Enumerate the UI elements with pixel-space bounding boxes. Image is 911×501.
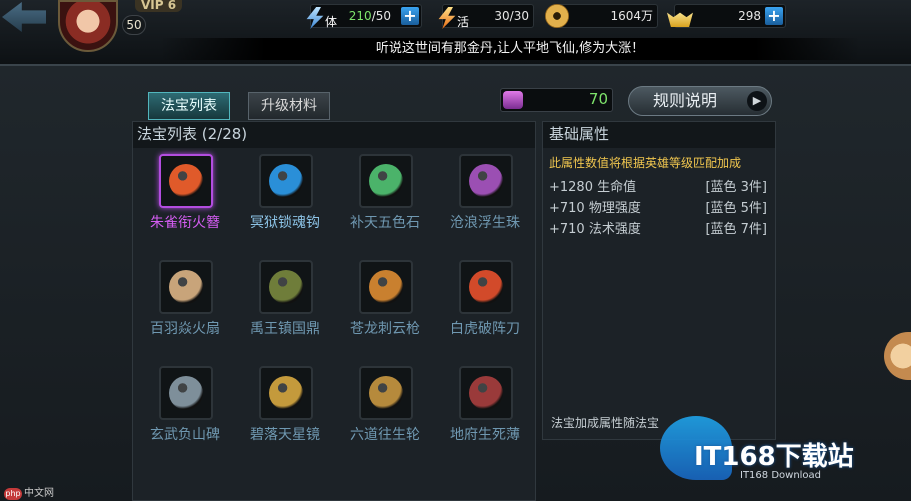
- attribute-title: 基础属性: [543, 122, 775, 148]
- treasure-icon: [359, 154, 413, 208]
- treasure-name: 六道往生轮: [350, 427, 420, 443]
- php-watermark-text: 中文网: [24, 488, 54, 499]
- attribute-row: +1280 生命值 [蓝色 3件]: [549, 180, 767, 195]
- coins-resource: 1604万: [545, 4, 658, 28]
- treasure-art: [269, 270, 303, 304]
- treasure-art: [269, 164, 303, 198]
- vitality-label: 活: [457, 15, 470, 29]
- treasure-name: 白虎破阵刀: [450, 321, 520, 337]
- lightning-icon: [306, 7, 324, 29]
- tab-treasure-list[interactable]: 法宝列表: [148, 92, 230, 120]
- treasure-art: [369, 270, 403, 304]
- treasure-icon: [459, 366, 513, 420]
- treasure-name: 玄武负山碑: [150, 427, 220, 443]
- treasure-icon: [159, 260, 213, 314]
- treasure-icon: [359, 260, 413, 314]
- treasure-name: 朱雀衔火簪: [150, 215, 220, 231]
- attribute-row: +710 物理强度 [蓝色 5件]: [549, 201, 767, 216]
- treasure-icon: [459, 154, 513, 208]
- back-arrow-icon[interactable]: [2, 2, 46, 32]
- rules-button[interactable]: 规则说明 ▶: [628, 86, 772, 116]
- stamina-resource: 体 210/50 +: [306, 4, 422, 29]
- lightning-icon: [438, 7, 456, 29]
- treasure-item[interactable]: 六道往生轮: [335, 364, 435, 470]
- vitality-value: 30/30: [494, 9, 529, 23]
- treasure-icon: [259, 154, 313, 208]
- treasure-item[interactable]: 禹王镇国鼎: [235, 258, 335, 364]
- treasure-item[interactable]: 苍龙刺云枪: [335, 258, 435, 364]
- hero-avatar[interactable]: [58, 0, 118, 52]
- tab-upgrade-materials[interactable]: 升级材料: [248, 92, 330, 120]
- treasure-name: 苍龙刺云枪: [350, 321, 420, 337]
- treasure-icon: [159, 154, 213, 208]
- treasure-list-title: 法宝列表 (2/28): [133, 122, 535, 148]
- treasure-name: 地府生死薄: [450, 427, 520, 443]
- treasure-art: [469, 270, 503, 304]
- treasure-item[interactable]: 沧浪浮生珠: [435, 152, 535, 258]
- treasure-item[interactable]: 地府生死薄: [435, 364, 535, 470]
- treasure-name: 冥狱锁魂钩: [250, 215, 320, 231]
- announcement-marquee: 听说这世间有那金丹,让人平地飞仙,修为大涨！: [160, 38, 860, 60]
- treasure-name: 沧浪浮生珠: [450, 215, 520, 231]
- attribute-panel: 基础属性 此属性数值将根据英雄等级匹配加成 +1280 生命值 [蓝色 3件] +…: [542, 121, 776, 440]
- treasure-icon: [259, 366, 313, 420]
- rules-button-label: 规则说明: [653, 91, 718, 110]
- treasure-art: [469, 376, 503, 410]
- treasure-list-panel[interactable]: 法宝列表 (2/28) 朱雀衔火簪 冥狱锁魂钩 补天五色石 沧浪浮生珠百羽焱火扇 禹王镇…: [132, 121, 536, 501]
- stamina-value: 210/50: [348, 9, 391, 23]
- play-arrow-icon: ▶: [747, 91, 767, 111]
- ingots-resource: 298 +: [667, 4, 786, 28]
- treasure-icon: [259, 260, 313, 314]
- gem-icon: [503, 91, 523, 109]
- treasure-item[interactable]: 玄武负山碑: [135, 364, 235, 470]
- coins-value: 1604万: [610, 9, 653, 23]
- add-stamina-button[interactable]: +: [401, 7, 419, 25]
- php-logo-icon: php: [4, 488, 22, 500]
- treasure-art: [369, 376, 403, 410]
- player-level: 50: [122, 15, 146, 35]
- treasure-icon: [359, 366, 413, 420]
- treasure-name: 禹王镇国鼎: [250, 321, 320, 337]
- add-ingots-button[interactable]: +: [765, 7, 783, 25]
- php-watermark: php 中文网: [4, 484, 54, 500]
- attribute-row: +710 法术强度 [蓝色 7件]: [549, 222, 767, 237]
- attribute-footer: 法宝加成属性随法宝: [551, 416, 660, 430]
- treasure-item[interactable]: 朱雀衔火簪: [135, 152, 235, 258]
- vip-badge: VIP 6: [135, 0, 183, 12]
- gold-ingot-icon: [667, 12, 693, 27]
- treasure-art: [469, 164, 503, 198]
- treasure-icon: [459, 260, 513, 314]
- treasure-art: [169, 164, 203, 198]
- treasure-art: [369, 164, 403, 198]
- treasure-name: 百羽焱火扇: [150, 321, 220, 337]
- treasure-item[interactable]: 白虎破阵刀: [435, 258, 535, 364]
- treasure-item[interactable]: 碧落天星镜: [235, 364, 335, 470]
- treasure-name: 碧落天星镜: [250, 427, 320, 443]
- attribute-note: 此属性数值将根据英雄等级匹配加成: [549, 156, 742, 170]
- treasure-art: [169, 376, 203, 410]
- treasure-name: 补天五色石: [350, 215, 420, 231]
- treasure-icon: [159, 366, 213, 420]
- treasure-item[interactable]: 补天五色石: [335, 152, 435, 258]
- coin-icon: [545, 4, 569, 28]
- treasure-item[interactable]: 冥狱锁魂钩: [235, 152, 335, 258]
- top-bar: VIP 6 50 体 210/50 + 活 30/30 1604万 298 + …: [0, 0, 911, 64]
- treasure-item[interactable]: 百羽焱火扇: [135, 258, 235, 364]
- vitality-resource: 活 30/30: [438, 4, 534, 29]
- stamina-label: 体: [325, 15, 338, 29]
- ingots-value: 298: [738, 9, 761, 23]
- gem-currency: 70: [500, 88, 613, 112]
- treasure-art: [169, 270, 203, 304]
- treasure-art: [269, 376, 303, 410]
- gem-value: 70: [588, 90, 608, 108]
